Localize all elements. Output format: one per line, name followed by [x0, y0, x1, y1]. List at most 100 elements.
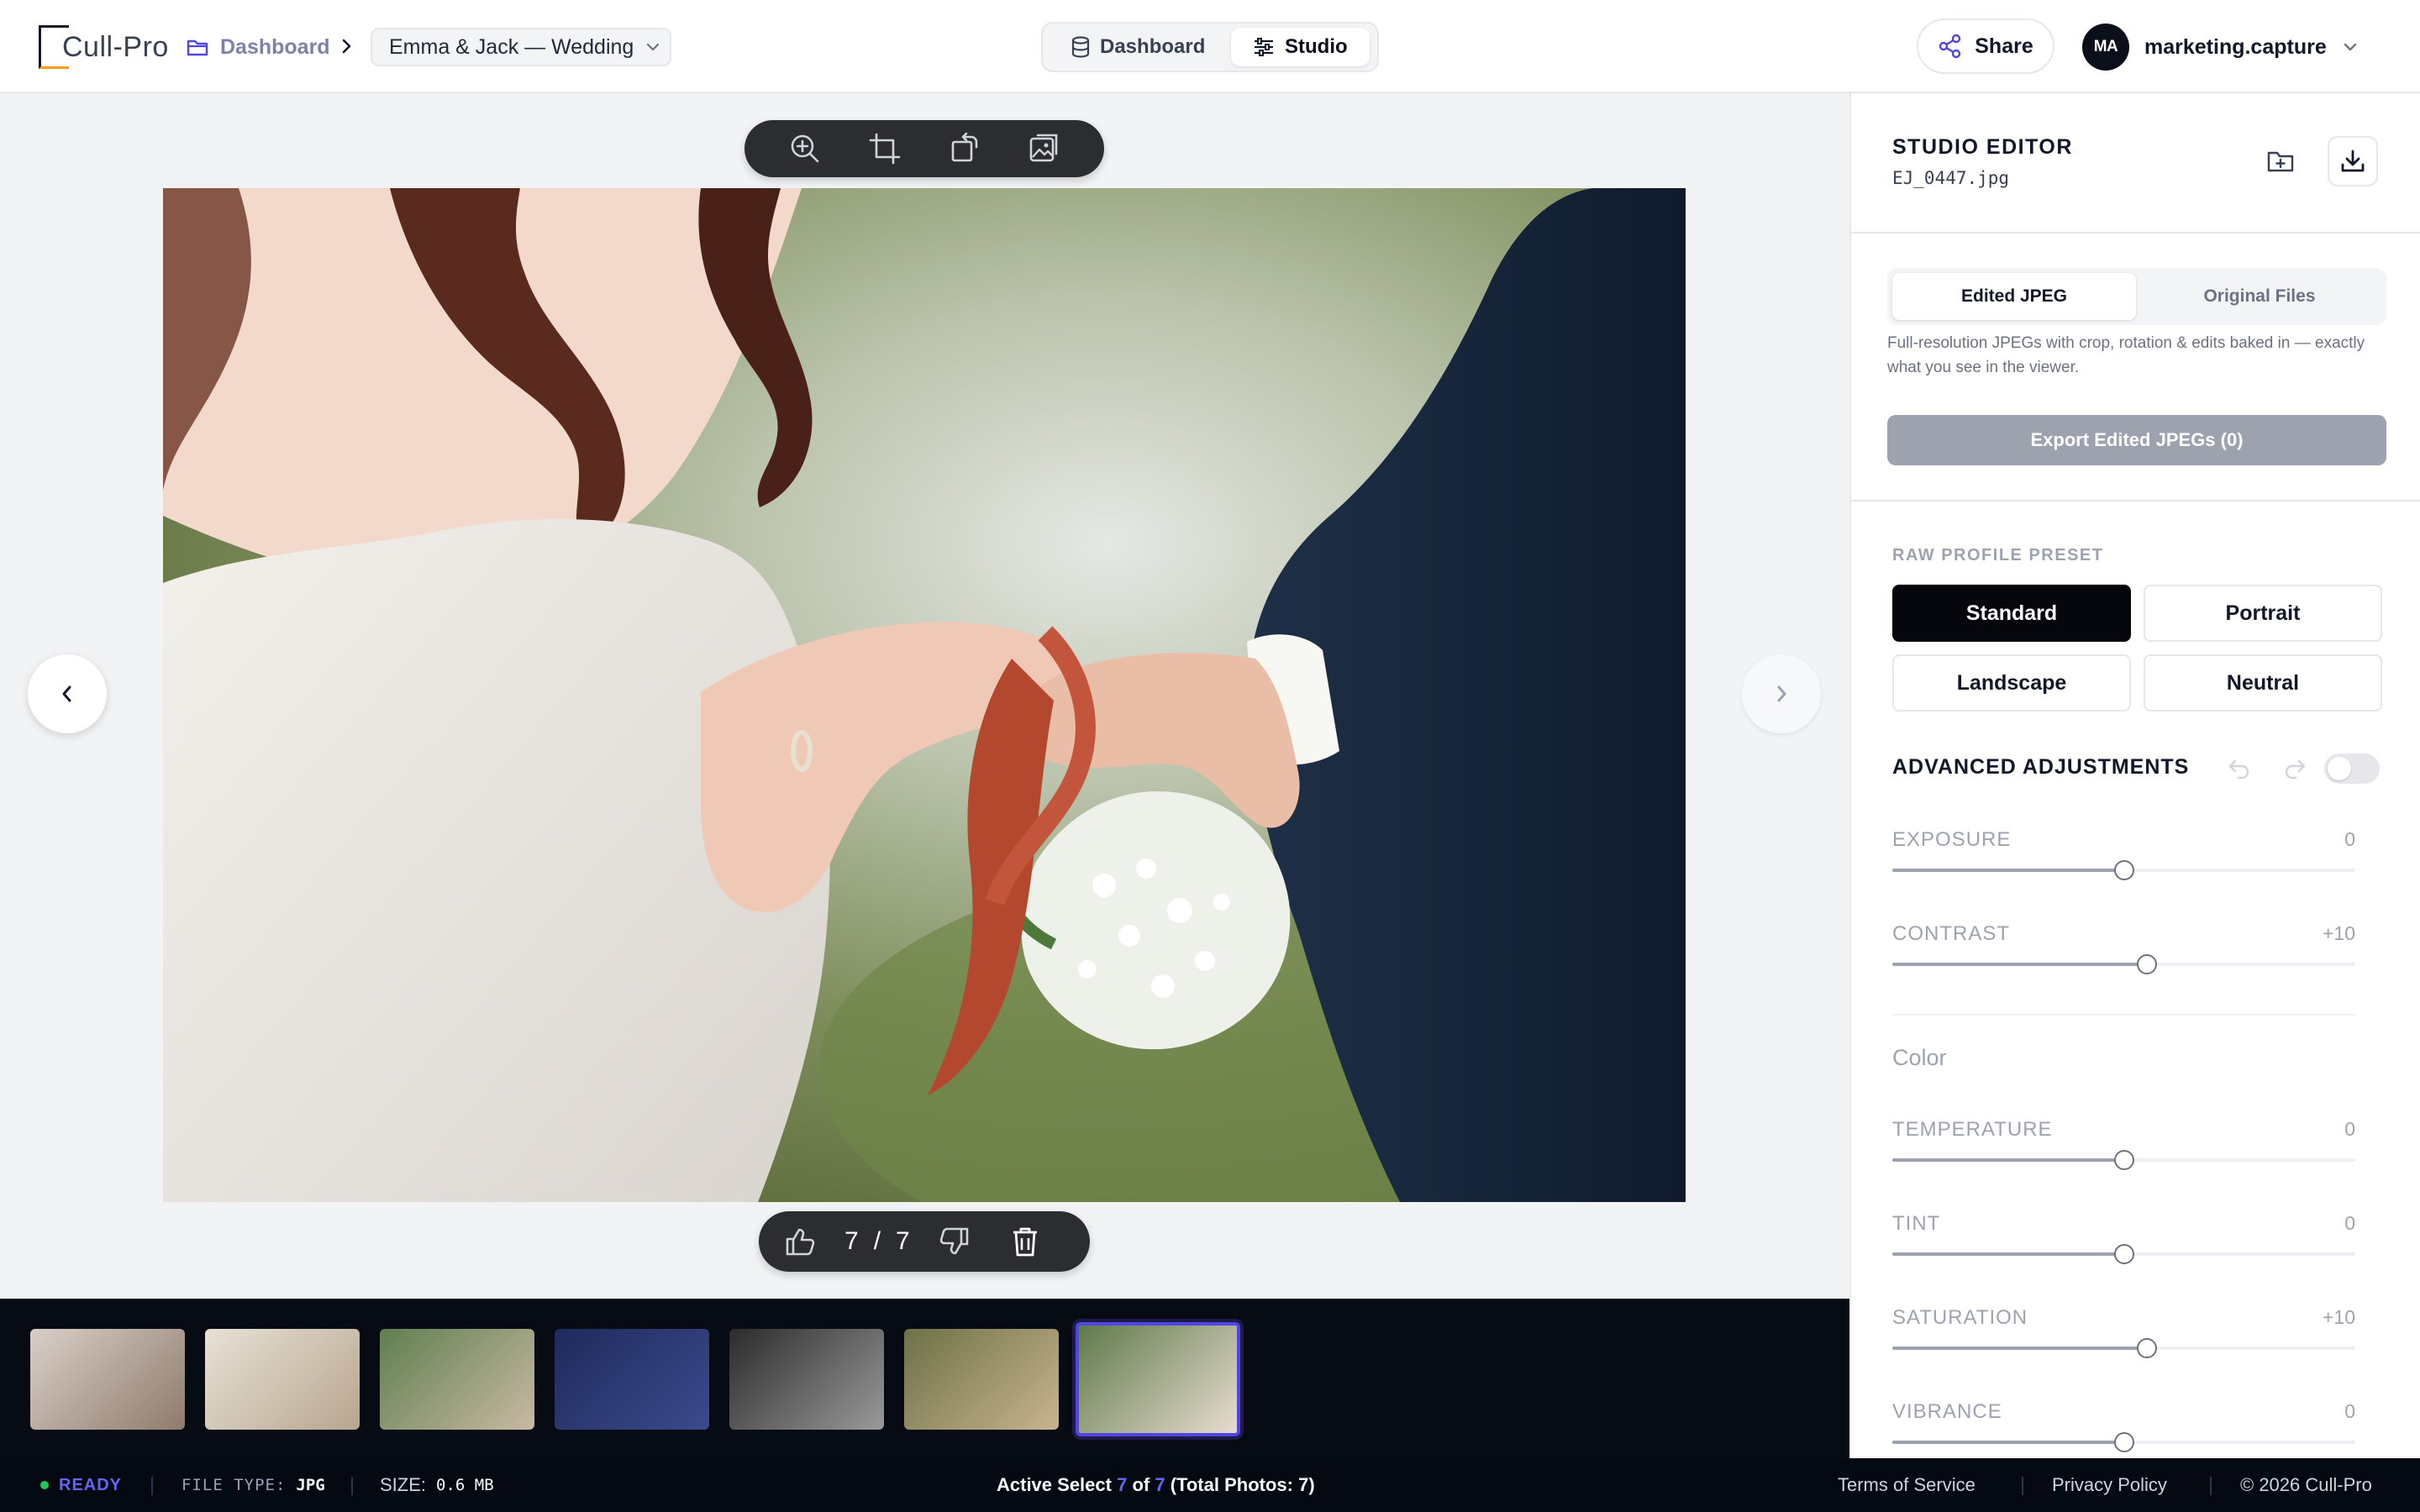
- slider-track: [1892, 1150, 2355, 1170]
- slider-fill: [1892, 963, 2148, 966]
- logo-mark-icon: [39, 25, 69, 69]
- next-photo-button[interactable]: [1742, 654, 1821, 733]
- sliders-icon: [1253, 37, 1275, 57]
- counter-current: 7: [844, 1227, 859, 1255]
- photo-counter: 7 / 7: [844, 1227, 910, 1256]
- exposure-slider[interactable]: EXPOSURE 0: [1892, 828, 2355, 895]
- chevron-left-icon: [59, 683, 76, 705]
- mode-dashboard-label: Dashboard: [1100, 35, 1206, 58]
- previous-photo-button[interactable]: [28, 654, 107, 733]
- terms-link[interactable]: Terms of Service: [1838, 1458, 1975, 1512]
- contrast-slider[interactable]: CONTRAST +10: [1892, 922, 2355, 990]
- tint-label: TINT: [1892, 1212, 1941, 1235]
- user-menu[interactable]: MA marketing.capture: [2082, 23, 2359, 71]
- color-section-label: Color: [1892, 1045, 1947, 1070]
- database-icon: [1071, 36, 1090, 58]
- tab-edited-jpeg[interactable]: Edited JPEG: [1892, 273, 2136, 320]
- slider-fill: [1892, 1441, 2124, 1444]
- footer-divider: [151, 1477, 153, 1495]
- active-current: 7: [1117, 1474, 1128, 1495]
- status-ready: READY: [40, 1458, 122, 1512]
- slider-handle[interactable]: [2113, 1244, 2134, 1264]
- exposure-value: 0: [2344, 828, 2355, 850]
- active-of: of: [1132, 1474, 1150, 1495]
- slider-track: [1892, 1432, 2355, 1452]
- mode-dashboard-tab[interactable]: Dashboard: [1050, 28, 1227, 66]
- privacy-link[interactable]: Privacy Policy: [2052, 1458, 2167, 1512]
- advanced-adjustments-toggle[interactable]: [2324, 753, 2380, 784]
- download-button[interactable]: [2328, 136, 2378, 186]
- slider-fill: [1892, 1347, 2148, 1350]
- project-selector[interactable]: Emma & Jack — Wedding: [371, 28, 671, 66]
- mode-switch: Dashboard Studio: [1041, 22, 1379, 72]
- slider-fill: [1892, 869, 2124, 872]
- vibrance-slider[interactable]: VIBRANCE 0: [1892, 1400, 2355, 1458]
- tint-slider[interactable]: TINT 0: [1892, 1212, 2355, 1279]
- privacy-link-label: Privacy Policy: [2052, 1474, 2167, 1495]
- contrast-label: CONTRAST: [1892, 922, 2010, 945]
- temperature-slider[interactable]: TEMPERATURE 0: [1892, 1118, 2355, 1185]
- copyright-text: © 2026 Cull-Pro: [2240, 1474, 2372, 1495]
- share-button[interactable]: Share: [1917, 18, 2054, 74]
- preset-portrait-button[interactable]: Portrait: [2144, 585, 2382, 642]
- section-divider: [1892, 1014, 2355, 1016]
- preset-landscape-button[interactable]: Landscape: [1892, 654, 2131, 711]
- avatar: MA: [2082, 24, 2129, 71]
- filmstrip: [0, 1299, 1849, 1458]
- mode-studio-tab[interactable]: Studio: [1231, 28, 1370, 66]
- temperature-label: TEMPERATURE: [1892, 1118, 2053, 1141]
- footer-divider: [351, 1477, 353, 1495]
- trash-icon[interactable]: [1011, 1226, 1039, 1257]
- preset-neutral-button[interactable]: Neutral: [2144, 654, 2382, 711]
- filmstrip-thumbnail[interactable]: [30, 1329, 185, 1430]
- tab-original-files[interactable]: Original Files: [2138, 273, 2381, 320]
- slider-handle[interactable]: [2113, 1150, 2134, 1170]
- slider-handle[interactable]: [2113, 860, 2134, 880]
- app-logo[interactable]: Cull-Pro: [39, 24, 169, 70]
- breadcrumb-dashboard[interactable]: Dashboard: [187, 30, 330, 64]
- mode-studio-label: Studio: [1285, 35, 1348, 58]
- export-button[interactable]: Export Edited JPEGs (0): [1887, 415, 2386, 465]
- advanced-adjustments-title: ADVANCED ADJUSTMENTS: [1892, 755, 2190, 779]
- compare-image-icon[interactable]: [1028, 132, 1061, 165]
- preset-section-label: RAW PROFILE PRESET: [1892, 546, 2104, 564]
- footer-divider: [2210, 1477, 2212, 1495]
- copyright: © 2026 Cull-Pro: [2240, 1458, 2372, 1512]
- preset-standard-button[interactable]: Standard: [1892, 585, 2131, 642]
- undo-icon[interactable]: [2227, 754, 2252, 780]
- slider-track: [1892, 860, 2355, 880]
- filmstrip-thumbnail[interactable]: [1076, 1322, 1240, 1436]
- filmstrip-thumbnail[interactable]: [555, 1329, 709, 1430]
- slider-handle[interactable]: [2137, 954, 2158, 974]
- active-selection: Active Select 7 of 7 (Total Photos: 7): [997, 1458, 1315, 1512]
- breadcrumb-home-label: Dashboard: [220, 34, 330, 59]
- filmstrip-thumbnail[interactable]: [380, 1329, 534, 1430]
- slider-track: [1892, 1338, 2355, 1358]
- save-to-folder-button[interactable]: [2255, 136, 2306, 186]
- vibrance-value: 0: [2344, 1400, 2355, 1422]
- export-description: Full-resolution JPEGs with crop, rotatio…: [1887, 334, 2365, 376]
- filmstrip-thumbnail[interactable]: [205, 1329, 360, 1430]
- zoom-in-icon[interactable]: [788, 132, 822, 165]
- crop-icon[interactable]: [868, 132, 902, 165]
- temperature-value: 0: [2344, 1118, 2355, 1140]
- filmstrip-thumbnail[interactable]: [904, 1329, 1059, 1430]
- rotate-icon[interactable]: [948, 132, 981, 165]
- chevron-down-icon: [645, 42, 660, 52]
- tint-value: 0: [2344, 1212, 2355, 1234]
- main-photo[interactable]: [163, 188, 1686, 1202]
- saturation-label: SATURATION: [1892, 1306, 2028, 1329]
- saturation-slider[interactable]: SATURATION +10: [1892, 1306, 2355, 1373]
- share-label: Share: [1975, 34, 2033, 58]
- folder-plus-icon: [2266, 149, 2295, 174]
- redo-icon[interactable]: [2282, 754, 2307, 780]
- download-icon: [2339, 148, 2366, 175]
- slider-handle[interactable]: [2137, 1338, 2158, 1358]
- thumbs-up-icon[interactable]: [784, 1226, 816, 1257]
- exposure-label: EXPOSURE: [1892, 828, 2012, 851]
- thumbs-down-icon[interactable]: [939, 1226, 971, 1257]
- slider-handle[interactable]: [2113, 1432, 2134, 1452]
- saturation-value: +10: [2322, 1306, 2355, 1328]
- filmstrip-thumbnail[interactable]: [729, 1329, 884, 1430]
- slider-track: [1892, 954, 2355, 974]
